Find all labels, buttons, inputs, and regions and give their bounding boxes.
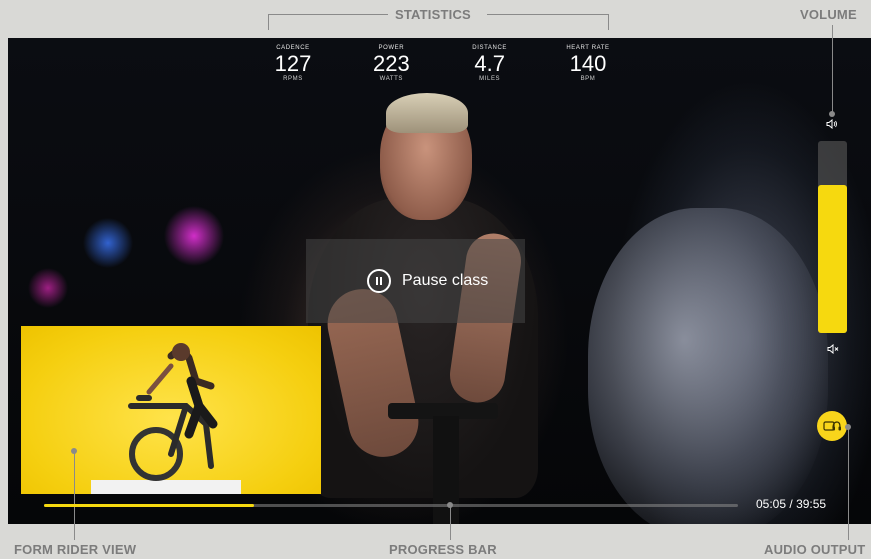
time-readout: 05:05 / 39:55	[756, 497, 826, 511]
volume-marker	[829, 111, 835, 117]
stat-unit: RPMS	[283, 76, 303, 82]
time-total: 39:55	[796, 497, 827, 511]
time-elapsed: 05:05	[756, 497, 787, 511]
form-rider-view-leader	[74, 452, 75, 540]
stat-power: POWER 223 WATTS	[346, 45, 436, 105]
callout-form-rider-view: FORM RIDER VIEW	[14, 542, 137, 557]
speaker-mute-icon[interactable]	[825, 343, 841, 356]
form-rider-view[interactable]	[21, 326, 321, 494]
stat-value: 223	[372, 51, 410, 76]
rider-on-bike-image	[91, 343, 241, 494]
stat-unit: MILES	[479, 76, 501, 82]
callout-volume: VOLUME	[800, 7, 857, 22]
stat-heart-rate: HEART RATE 140 BPM	[543, 45, 633, 105]
statistics-bracket-right	[487, 14, 609, 15]
audio-output-leader	[848, 428, 849, 540]
stat-value: 140	[569, 51, 607, 76]
foreground-rider-silhouette	[588, 208, 828, 524]
stat-unit: BPM	[580, 76, 596, 82]
volume-level-fill	[818, 185, 847, 333]
statistics-bracket-left	[268, 14, 388, 15]
stat-value: 127	[274, 51, 312, 76]
pause-icon	[367, 269, 391, 293]
statistics-bracket-left-tick	[268, 14, 269, 30]
pause-class-button[interactable]: Pause class	[367, 266, 527, 296]
stat-cadence: CADENCE 127 RPMS	[248, 45, 338, 105]
stat-value: 4.7	[474, 51, 505, 76]
stat-unit: WATTS	[379, 76, 403, 82]
statistics-bar: CADENCE 127 RPMS POWER 223 WATTS DISTANC…	[248, 45, 633, 105]
bike-post	[433, 416, 459, 524]
stat-distance: DISTANCE 4.7 MILES	[445, 45, 535, 105]
progress-bar-leader	[450, 507, 451, 540]
statistics-bracket-right-tick	[608, 14, 609, 30]
time-separator: /	[789, 497, 793, 511]
volume-leader	[832, 25, 833, 113]
headphones-icon	[823, 421, 841, 431]
pause-class-label: Pause class	[402, 272, 489, 289]
audio-output-button[interactable]	[817, 411, 847, 441]
volume-slider[interactable]	[818, 141, 847, 333]
speaker-icon[interactable]	[825, 118, 839, 131]
callout-progress-bar: PROGRESS BAR	[389, 542, 497, 557]
progress-bar-fill	[44, 504, 254, 507]
progress-bar[interactable]	[44, 504, 738, 507]
callout-statistics: STATISTICS	[395, 7, 471, 22]
callout-audio-output: AUDIO OUTPUT	[764, 542, 866, 557]
